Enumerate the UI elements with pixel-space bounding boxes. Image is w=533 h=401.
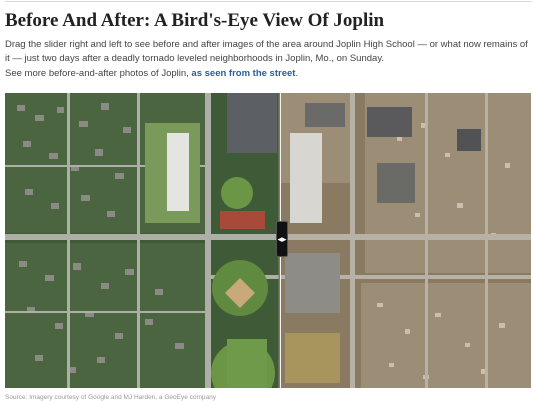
street-photos-link[interactable]: as seen from the street: [191, 68, 295, 79]
intro-text: Drag the slider right and left to see be…: [5, 39, 528, 64]
before-after-viewer[interactable]: ◂▸: [5, 93, 531, 388]
see-more-prefix: See more before-and-after photos of Jopl…: [5, 68, 189, 79]
page-title: Before And After: A Bird's-Eye View Of J…: [5, 10, 385, 31]
left-right-arrows-icon: ◂▸: [277, 234, 287, 244]
top-rule: [5, 1, 532, 2]
slider-handle[interactable]: ◂▸: [276, 221, 288, 257]
see-more-line: See more before-and-after photos of Jopl…: [5, 68, 298, 79]
see-more-suffix: .: [295, 68, 299, 79]
